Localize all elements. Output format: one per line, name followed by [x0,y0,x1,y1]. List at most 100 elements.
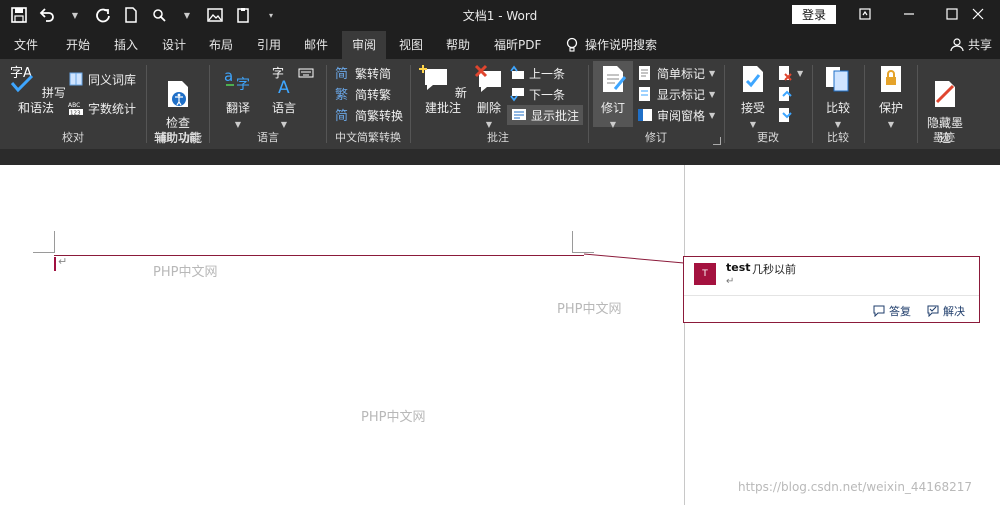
resolve-label: 解决 [943,305,965,318]
tab-home[interactable]: 开始 [66,31,90,59]
reviewing-pane-button[interactable]: 审阅窗格 ▼ [637,105,715,125]
reject-change-icon [779,66,792,81]
customize-qat-button[interactable]: ▾ [260,4,282,26]
tracking-options-launcher[interactable] [713,137,721,145]
tab-references[interactable]: 引用 [257,31,281,59]
tab-foxit-pdf[interactable]: 福昕PDF [494,31,541,59]
chinese-conversion-label: 简繁转换 [355,108,404,123]
next-comment-button[interactable]: 下一条 [509,84,565,104]
tell-me-search[interactable]: 操作说明搜索 [565,31,657,59]
word-count-button[interactable]: ABC 123 字数统计 [68,98,136,118]
login-button[interactable]: 登录 [792,5,836,24]
tab-mailings[interactable]: 邮件 [304,31,328,59]
tell-me-label: 操作说明搜索 [585,38,658,52]
chevron-down-icon: ▼ [609,120,617,129]
next-comment-icon [510,88,524,102]
markup-area [684,165,1000,505]
translate-button[interactable]: a字 翻译 ▼ [218,63,258,132]
clipboard-icon [237,8,249,23]
track-changes-label: 修订 [600,101,625,115]
compare-button[interactable]: 比较 ▼ [818,63,858,132]
previous-comment-label: 上一条 [529,66,566,81]
markup-display-select[interactable]: 简单标记 ▼ [637,63,715,83]
svg-text:简: 简 [335,66,348,81]
thesaurus-button[interactable]: 同义词库 [68,69,136,89]
watermark-text: PHP中文网 [361,410,426,425]
group-language: a字 翻译 ▼ 字A 语言 ▼ 语言 [210,59,326,149]
chinese-conversion-button[interactable]: 简 简繁转换 [335,105,403,125]
accept-change-icon [743,66,763,92]
share-label: 共享 [967,38,992,52]
comment-card[interactable]: T test 几秒以前 ↵ 答复 解决 [683,256,980,323]
svg-text:ABC: ABC [68,102,80,109]
save-icon [11,7,27,23]
share-button[interactable]: 共享 [950,31,992,59]
language-small-button[interactable] [298,63,314,83]
reply-label: 答复 [889,305,911,318]
resolve-button[interactable]: 解决 [926,303,965,319]
thesaurus-label: 同义词库 [88,72,137,87]
ink-pen-icon [935,81,955,107]
compare-icon [826,67,849,92]
spelling-check-icon: 字A [10,66,34,93]
track-changes-button[interactable]: 修订 ▼ [593,61,633,129]
image-button[interactable] [204,4,226,26]
source-watermark: https://blog.csdn.net/weixin_44168217 [738,480,973,494]
touch-mode-button[interactable] [148,4,170,26]
comment-author: test [726,261,751,274]
group-label-changes: 更改 [757,131,779,144]
reply-icon [873,305,885,317]
tab-review[interactable]: 审阅 [342,31,387,59]
group-protect: 保护 ▼ [865,59,917,149]
group-ink: 隐藏墨 迹 墨迹 [918,59,970,149]
traditional-to-simplified-label: 繁转简 [355,66,392,81]
minimize-button[interactable] [887,0,931,28]
tab-view[interactable]: 视图 [399,31,423,59]
svg-text:A: A [278,78,290,95]
group-changes: 接受 ▼ ▼ 更改 [725,59,811,149]
group-label-tracking: 修订 [645,131,667,144]
translate-label: 翻译 [225,101,250,115]
new-comment-icon [419,65,448,90]
document-page[interactable]: ↵ PHP中文网 PHP中文网 PHP中文网 [0,165,684,505]
reject-button[interactable]: ▼ [777,63,803,83]
group-label-chinese-conversion: 中文简繁转换 [335,131,401,144]
ribbon: 字A 拼写和语法 同义词库 ABC 123 字数统计 校对 检查 辅助功能 辅助功… [0,59,1000,149]
close-button[interactable] [956,0,1000,28]
tab-file[interactable]: 文件 [14,31,38,59]
previous-comment-button[interactable]: 上一条 [509,63,565,83]
touch-mode-dropdown[interactable]: ▼ [176,4,198,26]
avatar: T [694,263,716,285]
show-markup-button[interactable]: 显示标记 ▼ [637,84,715,104]
touch-icon [153,9,166,22]
chevron-down-icon: ▼ [709,110,716,120]
ribbon-display-options-button[interactable] [843,0,887,28]
copy-format-button[interactable] [232,4,254,26]
undo-dropdown[interactable]: ▼ [64,4,86,26]
traditional-to-simplified-button[interactable]: 简 繁转简 [335,63,391,83]
chinese-conversion-icon: 简 [335,108,348,123]
spelling-grammar-button[interactable]: 字A 拼写和语法 [6,63,66,116]
next-change-icon [779,108,792,122]
tab-help[interactable]: 帮助 [446,31,470,59]
tab-design[interactable]: 设计 [162,31,186,59]
undo-button[interactable] [36,4,58,26]
next-change-button[interactable] [777,105,793,125]
save-button[interactable] [8,4,30,26]
reply-button[interactable]: 答复 [872,303,911,319]
delete-comment-button[interactable]: 删除 ▼ [469,63,509,132]
svg-text:繁: 繁 [335,87,348,102]
accept-button[interactable]: 接受 ▼ [733,63,773,132]
show-comments-button[interactable]: 显示批注 [507,105,584,125]
avatar-letter: T [702,269,708,279]
redo-button[interactable] [92,4,114,26]
previous-change-button[interactable] [777,84,793,104]
new-comment-button[interactable]: 新建批注 [417,63,469,116]
new-document-button[interactable] [120,4,142,26]
tab-layout[interactable]: 布局 [209,31,233,59]
svg-text:a: a [224,67,233,85]
tab-insert[interactable]: 插入 [114,31,138,59]
protect-button[interactable]: 保护 ▼ [871,63,911,132]
simplified-to-traditional-button[interactable]: 繁 简转繁 [335,84,391,104]
group-accessibility: 检查 辅助功能 辅助功能 [147,59,209,149]
